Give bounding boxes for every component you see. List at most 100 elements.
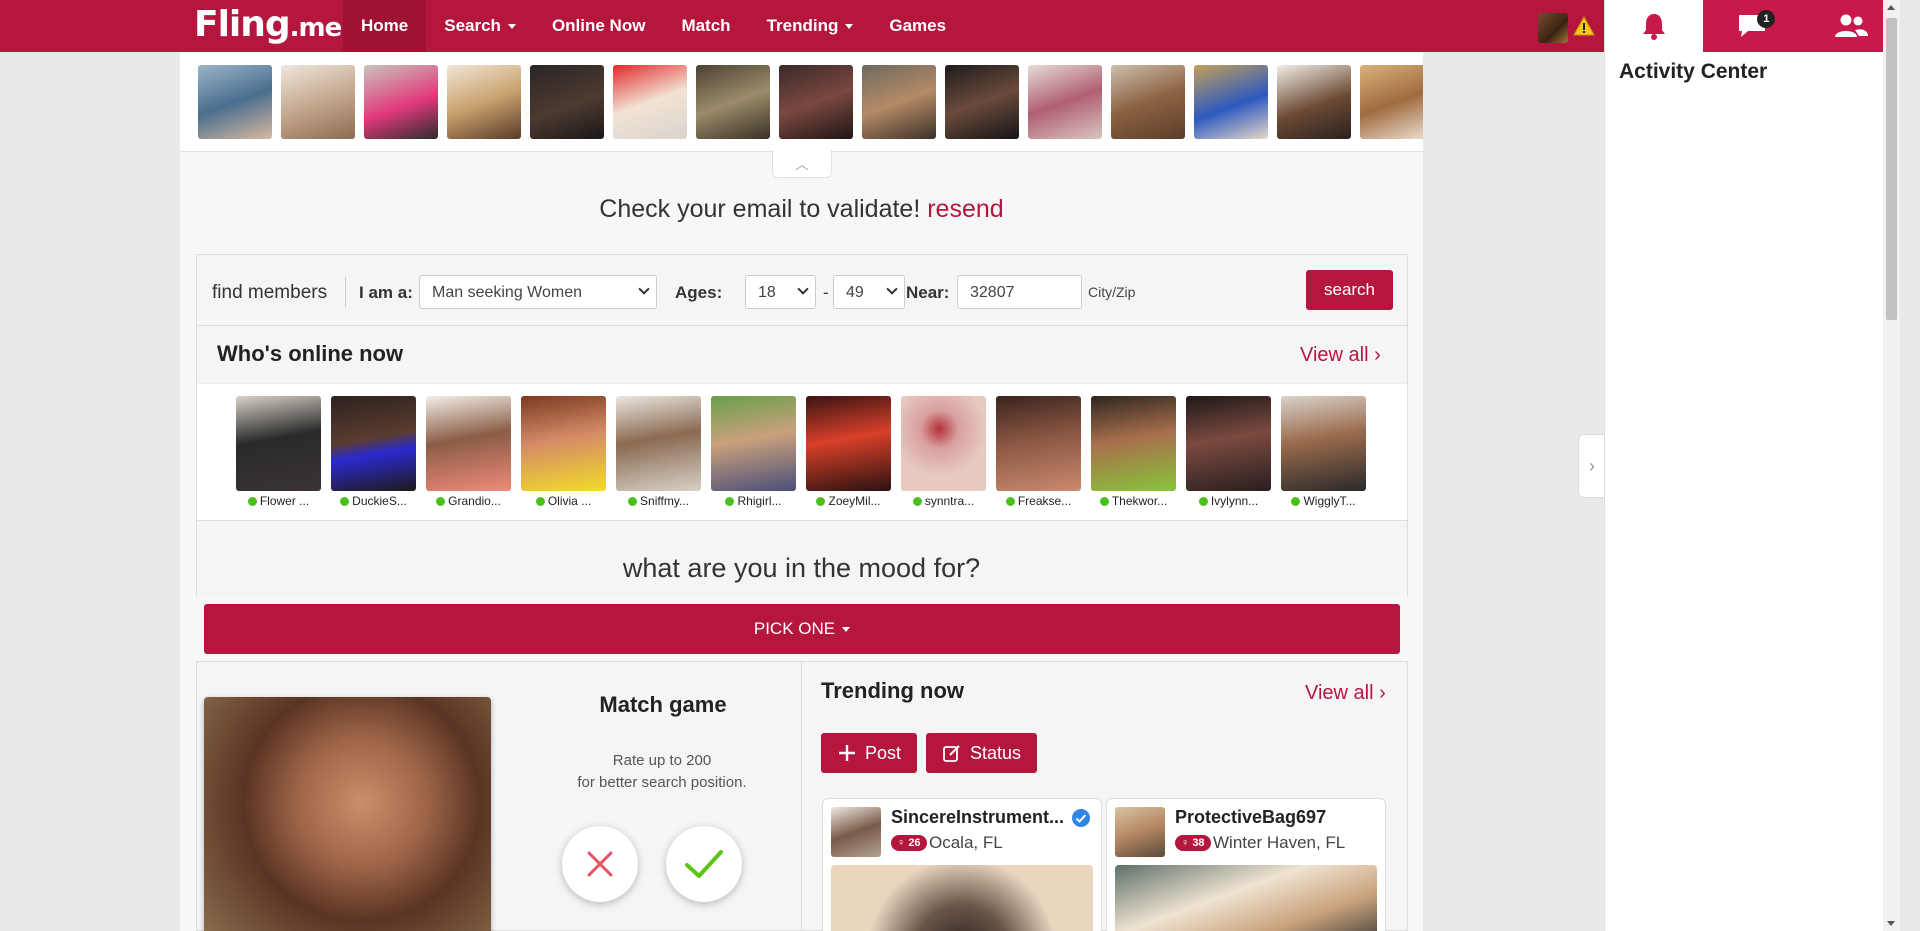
online-status-icon bbox=[1291, 497, 1301, 506]
trending-card[interactable]: ProtectiveBag697 ♀ 38 Winter Haven, FL bbox=[1106, 798, 1386, 931]
featured-photo[interactable] bbox=[696, 65, 770, 139]
user-avatar[interactable] bbox=[1538, 13, 1568, 43]
card-location: Ocala, FL bbox=[929, 833, 1003, 852]
status-button[interactable]: Status bbox=[926, 733, 1038, 773]
online-status-icon bbox=[436, 497, 446, 506]
find-members-label: find members bbox=[212, 282, 328, 303]
validate-text: Check your email to validate! bbox=[599, 195, 921, 223]
age-badge: ♀ 38 bbox=[1175, 835, 1211, 851]
online-status-icon bbox=[535, 497, 545, 506]
reject-button[interactable] bbox=[562, 826, 638, 902]
scroll-up-icon[interactable] bbox=[1887, 5, 1895, 10]
online-member[interactable]: Grandio... bbox=[426, 396, 511, 508]
nav-online-now[interactable]: Online Now bbox=[534, 0, 664, 52]
online-member[interactable]: synntra... bbox=[901, 396, 986, 508]
featured-photo[interactable] bbox=[1360, 65, 1423, 139]
scroll-down-icon[interactable] bbox=[1887, 921, 1895, 926]
featured-photo[interactable] bbox=[364, 65, 438, 139]
validate-notice: Check your email to validate! resend bbox=[180, 195, 1423, 224]
featured-photo[interactable] bbox=[447, 65, 521, 139]
online-member[interactable]: DuckieS... bbox=[331, 396, 416, 508]
ages-label: Ages: bbox=[675, 283, 723, 302]
online-member[interactable]: Rhigirl... bbox=[711, 396, 796, 508]
featured-photo[interactable] bbox=[1277, 65, 1351, 139]
whos-online-panel: Who's online now View all › Flower ... D… bbox=[196, 325, 1408, 521]
trending-panel: Trending now View all › Post Status Sinc… bbox=[802, 661, 1408, 931]
scrollbar-thumb[interactable] bbox=[1886, 18, 1897, 320]
collapse-panel-button[interactable]: › bbox=[1578, 434, 1605, 498]
city-zip-hint: City/Zip bbox=[1088, 284, 1136, 300]
chevron-down-icon bbox=[638, 283, 650, 295]
chevron-down-icon bbox=[797, 283, 809, 295]
trending-card[interactable]: SincereInstrument... ♀ 26 Ocala, FL bbox=[822, 798, 1102, 931]
featured-photo-strip bbox=[180, 52, 1423, 152]
find-members-form: find members I am a: Man seeking Women A… bbox=[196, 254, 1408, 326]
age-min-select[interactable]: 18 bbox=[745, 275, 816, 309]
online-members-list: Flower ... DuckieS... Grandio... Olivia … bbox=[236, 396, 1366, 508]
featured-photo[interactable] bbox=[1111, 65, 1185, 139]
match-candidate-photo[interactable] bbox=[204, 697, 491, 931]
search-button[interactable]: search bbox=[1306, 270, 1393, 310]
card-username[interactable]: SincereInstrument... bbox=[891, 807, 1064, 828]
like-button[interactable] bbox=[666, 826, 742, 902]
chevron-right-icon: › bbox=[1374, 344, 1381, 366]
online-member[interactable]: WigglyT... bbox=[1281, 396, 1366, 508]
fling-logo[interactable]: Fling.me bbox=[194, 4, 342, 45]
tab-messages[interactable]: 1 bbox=[1703, 0, 1802, 52]
featured-photo[interactable] bbox=[945, 65, 1019, 139]
verified-icon bbox=[1072, 809, 1090, 827]
page-scrollbar[interactable] bbox=[1883, 0, 1900, 931]
caret-down-icon bbox=[845, 23, 854, 29]
warning-icon[interactable] bbox=[1573, 16, 1595, 36]
online-member[interactable]: Freakse... bbox=[996, 396, 1081, 508]
match-game-subtitle: Rate up to 200 for better search position… bbox=[577, 752, 747, 791]
bell-icon bbox=[1643, 14, 1666, 40]
featured-photo[interactable] bbox=[198, 65, 272, 139]
near-zip-input[interactable]: 32807 bbox=[957, 275, 1082, 309]
divider bbox=[345, 277, 346, 307]
online-member[interactable]: Flower ... bbox=[236, 396, 321, 508]
online-member[interactable]: Sniffmy... bbox=[616, 396, 701, 508]
mood-title: what are you in the mood for? bbox=[622, 553, 981, 583]
nav-trending[interactable]: Trending bbox=[749, 0, 872, 52]
pick-one-button[interactable]: PICK ONE bbox=[204, 604, 1400, 654]
match-game-panel: Match game Rate up to 200 for better sear… bbox=[196, 661, 802, 931]
nav-games[interactable]: Games bbox=[871, 0, 964, 52]
tab-notifications[interactable] bbox=[1605, 0, 1704, 52]
caret-down-icon bbox=[507, 23, 516, 29]
seeking-select[interactable]: Man seeking Women bbox=[419, 275, 657, 309]
online-member[interactable]: Thekwor... bbox=[1091, 396, 1176, 508]
view-all-trending-link[interactable]: View all › bbox=[1305, 682, 1386, 705]
age-max-select[interactable]: 49 bbox=[833, 275, 905, 309]
nav-home[interactable]: Home bbox=[343, 0, 427, 52]
card-photo[interactable] bbox=[1115, 865, 1377, 931]
featured-photo[interactable] bbox=[530, 65, 604, 139]
near-label: Near: bbox=[906, 283, 950, 302]
featured-photo[interactable] bbox=[1028, 65, 1102, 139]
nav-match[interactable]: Match bbox=[663, 0, 748, 52]
online-member[interactable]: Ivylynn... bbox=[1186, 396, 1271, 508]
online-member[interactable]: Olivia ... bbox=[521, 396, 606, 508]
view-all-online-link[interactable]: View all › bbox=[1300, 344, 1381, 367]
main-nav: Home Search Online Now Match Trending Ga… bbox=[343, 0, 964, 52]
collapse-strip-button[interactable]: ︿ bbox=[772, 150, 832, 178]
nav-search[interactable]: Search bbox=[426, 0, 534, 52]
featured-photo[interactable] bbox=[779, 65, 853, 139]
card-photo[interactable] bbox=[831, 865, 1093, 931]
iam-label: I am a: bbox=[359, 283, 413, 302]
online-status-icon bbox=[725, 497, 735, 506]
online-member[interactable]: ZoeyMil... bbox=[806, 396, 891, 508]
online-status-icon bbox=[816, 497, 826, 506]
featured-photo[interactable] bbox=[281, 65, 355, 139]
card-username[interactable]: ProtectiveBag697 bbox=[1175, 807, 1326, 828]
age-separator: - bbox=[823, 283, 829, 302]
post-button[interactable]: Post bbox=[821, 733, 918, 773]
featured-photo[interactable] bbox=[1194, 65, 1268, 139]
card-avatar[interactable] bbox=[831, 807, 881, 857]
card-avatar[interactable] bbox=[1115, 807, 1165, 857]
chevron-up-icon: ︿ bbox=[795, 157, 809, 172]
close-icon bbox=[587, 851, 613, 877]
featured-photo[interactable] bbox=[613, 65, 687, 139]
featured-photo[interactable] bbox=[862, 65, 936, 139]
resend-link[interactable]: resend bbox=[927, 195, 1003, 223]
